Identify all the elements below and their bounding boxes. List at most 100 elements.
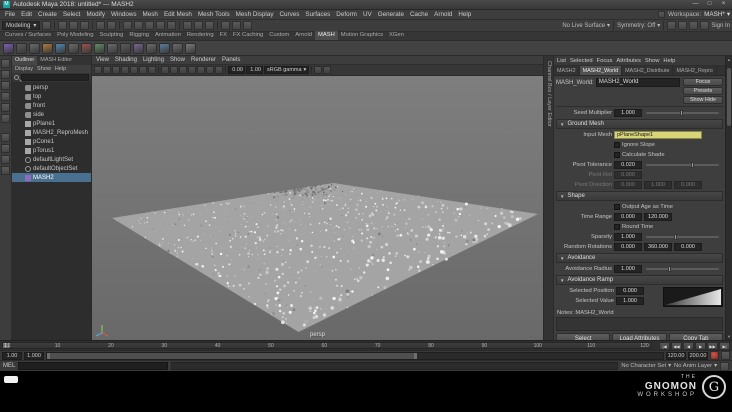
menu-item[interactable]: Modify — [83, 10, 108, 19]
menu-item[interactable]: Windows — [108, 10, 140, 19]
shelf-tab[interactable]: Rendering — [184, 31, 217, 40]
outliner-item[interactable]: pPlane1 — [12, 119, 91, 128]
screen-space-ao-icon[interactable] — [206, 66, 214, 74]
channel-box-icon[interactable] — [678, 21, 688, 30]
step-forward-button[interactable]: ▶▶ — [707, 341, 718, 350]
shelf-tab[interactable]: FX — [217, 31, 230, 40]
input-connections-icon[interactable] — [183, 21, 193, 30]
auto-keyframe-icon[interactable] — [710, 351, 719, 360]
grab-handle-icon[interactable] — [42, 21, 52, 30]
camera-attributes-icon[interactable] — [112, 66, 120, 74]
workspace-gear-icon[interactable] — [658, 11, 666, 18]
exposure-field[interactable]: 0.00 — [228, 66, 245, 74]
pivot-direction-y-field[interactable]: 1.000 — [644, 181, 672, 189]
attribute-editor-menu-item[interactable]: Attributes — [616, 58, 641, 64]
animation-preferences-icon[interactable] — [721, 351, 730, 360]
outliner-menu-item[interactable]: Help — [55, 66, 66, 72]
output-age-checkbox[interactable] — [614, 204, 620, 210]
attribute-editor-menu-item[interactable]: Selected — [570, 58, 593, 64]
playback-end-field[interactable]: 200.00 — [688, 351, 708, 360]
timeline-track[interactable]: 1 1 10 20 30 40 50 60 70 80 90 100 110 120 — [2, 342, 652, 349]
shadows-icon[interactable] — [197, 66, 205, 74]
select-tool-icon[interactable] — [1, 59, 10, 68]
panel-menu-item[interactable]: Shading — [115, 57, 137, 63]
node-tab[interactable]: MASH2_Distribute — [622, 66, 674, 75]
shelf-tab[interactable]: Arnold — [292, 31, 315, 40]
shelf-tab[interactable]: FX Caching — [230, 31, 266, 40]
selected-position-field[interactable]: 0.000 — [616, 287, 644, 295]
section-shape[interactable]: ▼ Shape — [556, 191, 723, 201]
panel-menu-item[interactable]: Show — [170, 57, 185, 63]
ae-footer-button[interactable]: Select — [556, 333, 611, 340]
menu-item[interactable]: Help — [455, 10, 474, 19]
move-tool-icon[interactable] — [1, 92, 10, 101]
slider-handle[interactable] — [667, 266, 671, 272]
bookmarks-icon[interactable] — [121, 66, 129, 74]
open-scene-icon[interactable] — [69, 21, 79, 30]
outliner-item[interactable]: defaultLightSet — [12, 155, 91, 164]
outliner-search-input[interactable] — [21, 74, 89, 81]
menu-set-selector[interactable]: Modeling ▾ — [2, 21, 41, 30]
mash-network-icon[interactable] — [3, 42, 14, 54]
menu-item[interactable]: Edit Mesh — [161, 10, 195, 19]
mash-orient-icon[interactable] — [172, 42, 183, 54]
image-plane-icon[interactable] — [130, 66, 138, 74]
scrollbar-thumb[interactable] — [727, 68, 731, 126]
output-connections-icon[interactable] — [194, 21, 204, 30]
mash-falloff-icon[interactable] — [94, 42, 105, 54]
lock-camera-icon[interactable] — [103, 66, 111, 74]
ignore-slope-checkbox[interactable] — [614, 142, 620, 148]
snap-to-point-icon[interactable] — [145, 21, 155, 30]
seed-multiplier-slider[interactable] — [646, 110, 719, 116]
pivot-tolerance-field[interactable]: 0.020 — [614, 161, 642, 169]
pivot-direction-z-field[interactable]: 0.000 — [674, 181, 702, 189]
render-current-frame-icon[interactable] — [221, 21, 231, 30]
time-range-start-field[interactable]: 0.000 — [614, 213, 642, 221]
scrollbar[interactable]: ▲ ▼ — [725, 56, 732, 340]
script-editor-icon[interactable] — [720, 361, 729, 371]
outliner-item[interactable]: defaultObjectSet — [12, 164, 91, 173]
outliner-tab[interactable]: MASH Editor — [37, 56, 75, 65]
2d-pan-zoom-icon[interactable] — [139, 66, 147, 74]
menu-item[interactable]: Select — [60, 10, 84, 19]
menu-item[interactable]: Arnold — [431, 10, 455, 19]
lasso-tool-icon[interactable] — [1, 70, 10, 79]
persp-outliner-layout-icon[interactable] — [1, 166, 10, 175]
menu-item[interactable]: Generate — [375, 10, 407, 19]
mash-audio-icon[interactable] — [29, 42, 40, 54]
shelf-tab[interactable]: XGen — [386, 31, 407, 40]
shelf-tab[interactable]: Curves / Surfaces — [2, 31, 54, 40]
notes-field[interactable] — [556, 317, 723, 331]
menu-item[interactable]: Curves — [276, 10, 302, 19]
color-space-dropdown[interactable]: sRGB gamma ▾ — [264, 66, 310, 74]
panel-menu-item[interactable]: Lighting — [143, 57, 164, 63]
focus-button[interactable]: Focus — [683, 78, 723, 86]
presets-button[interactable]: Presets — [683, 87, 723, 95]
shelf-tab[interactable]: Poly Modeling — [54, 31, 96, 40]
calculate-shade-checkbox[interactable] — [614, 152, 620, 158]
show-hide-button[interactable]: Show Hide — [683, 96, 723, 104]
outliner-tab[interactable]: Outliner — [12, 56, 38, 65]
scroll-up-icon[interactable]: ▲ — [726, 57, 732, 62]
random-rotations-z-field[interactable]: 0.000 — [674, 243, 702, 251]
redo-icon[interactable] — [107, 21, 117, 30]
ae-footer-button[interactable]: Load Attributes — [612, 333, 667, 340]
attribute-editor-icon[interactable] — [689, 21, 699, 30]
input-mesh-field[interactable]: pPlaneShape1 — [614, 131, 702, 139]
anim-layer-dropdown[interactable]: No Anim Layer ▾ — [674, 363, 717, 369]
character-set-dropdown[interactable]: No Character Set ▾ — [621, 363, 671, 369]
step-back-button[interactable]: ◀◀ — [671, 341, 682, 350]
animation-start-field[interactable]: 1.000 — [24, 351, 44, 360]
snap-to-grid-icon[interactable] — [123, 21, 133, 30]
isolate-select-icon[interactable] — [323, 66, 332, 74]
xray-icon[interactable] — [314, 66, 323, 74]
undo-icon[interactable] — [96, 21, 106, 30]
mash-id-icon[interactable] — [120, 42, 131, 54]
node-tab[interactable]: MASH2_World — [579, 66, 623, 75]
mash-offset-icon[interactable] — [159, 42, 170, 54]
section-avoidance[interactable]: ▼ Avoidance — [556, 253, 723, 263]
attribute-editor-menu-item[interactable]: Help — [663, 58, 675, 64]
outliner-item[interactable]: MASH2 — [12, 173, 91, 182]
node-name-field[interactable]: MASH2_World — [595, 78, 680, 87]
mash-dynamics-icon[interactable] — [81, 42, 92, 54]
